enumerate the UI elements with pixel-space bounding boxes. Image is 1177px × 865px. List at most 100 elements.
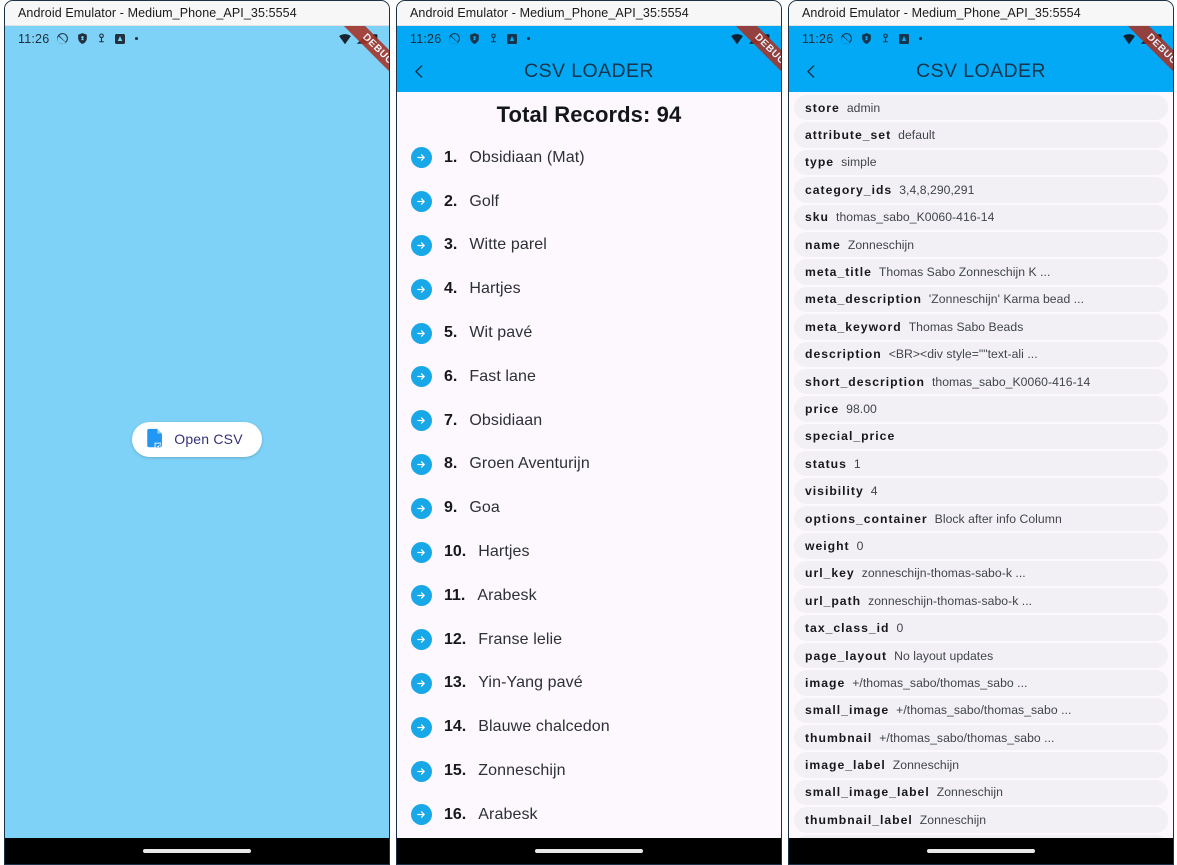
record-number: 16. — [444, 805, 467, 823]
signal-icon — [1140, 33, 1151, 44]
attribute-key: image — [805, 675, 846, 690]
record-list-item[interactable]: 9. Goa — [397, 486, 781, 530]
android-status-bar-3: 11:26 — [789, 26, 1173, 51]
attribute-key: meta_description — [805, 292, 922, 307]
record-name: Goa — [469, 499, 500, 517]
gesture-pill-3[interactable] — [927, 849, 1035, 853]
arrow-circle-right-icon — [411, 585, 432, 607]
attribute-row[interactable]: store admin — [794, 95, 1168, 121]
attribute-row[interactable]: meta_title Thomas Sabo Zonneschijn K ... — [794, 259, 1168, 285]
dot-icon — [919, 36, 923, 41]
record-list-item[interactable]: 15. Zonneschijn — [397, 749, 781, 793]
gesture-pill-1[interactable] — [143, 849, 251, 853]
screen3-attribute-list[interactable]: store admin attribute_set default type simple… — [789, 92, 1173, 838]
attribute-row[interactable]: special_price — [794, 423, 1168, 450]
attribute-row[interactable]: thumbnail_label Zonneschijn — [794, 807, 1168, 833]
record-number: 13. — [444, 674, 467, 692]
arrow-circle-right-icon — [411, 716, 432, 738]
attribute-row[interactable]: tax_class_id 0 — [794, 615, 1168, 641]
phone-viewport-1: 11:26 Open CSV DEBUG — [5, 26, 389, 864]
attribute-row[interactable]: status 1 — [794, 451, 1168, 477]
attribute-row[interactable]: thumbnail +/thomas_sabo/thomas_sabo ... — [794, 724, 1168, 751]
gesture-pill-2[interactable] — [535, 849, 643, 853]
attribute-row[interactable]: meta_description 'Zonneschijn' Karma bead… — [794, 286, 1168, 313]
attribute-row[interactable]: small_image +/thomas_sabo/thomas_sabo ... — [794, 697, 1168, 723]
attribute-key: price — [805, 401, 840, 416]
attribute-row[interactable]: sku thomas_sabo_K0060-416-14 — [794, 204, 1168, 230]
attribute-key: page_layout — [805, 648, 888, 663]
record-list-item[interactable]: 2. Golf — [397, 180, 781, 224]
emulator-screens-container: Android Emulator - Medium_Phone_API_35:5… — [0, 0, 1177, 865]
record-list-item[interactable]: 14. Blauwe chalcedon — [397, 705, 781, 749]
window-titlebar-3: Android Emulator - Medium_Phone_API_35:5… — [789, 1, 1173, 26]
record-name: Wit pavé — [469, 324, 533, 342]
attribute-value: Zonneschijn — [847, 237, 915, 252]
window-title-3: Android Emulator - Medium_Phone_API_35:5… — [802, 6, 1081, 20]
status-left-icons-1 — [56, 32, 140, 45]
attribute-row[interactable]: type simple — [794, 149, 1168, 176]
app-bar-3: CSV LOADER — [789, 51, 1173, 92]
status-clock-3: 11:26 — [802, 31, 834, 46]
attribute-row[interactable]: page_layout No layout updates — [794, 642, 1168, 669]
do-not-disturb-icon — [57, 33, 69, 45]
attribute-key: sku — [805, 210, 830, 225]
attribute-row[interactable]: category_ids 3,4,8,290,291 — [794, 177, 1168, 203]
attribute-value: Block after info Column — [934, 511, 1062, 526]
record-list-item[interactable]: 6. Fast lane — [397, 355, 781, 399]
attribute-value: simple — [841, 155, 877, 170]
android-status-bar-2: 11:26 — [397, 26, 781, 51]
record-list-item[interactable]: 13. Yin-Yang pavé — [397, 662, 781, 706]
attribute-row[interactable]: price 98.00 — [794, 396, 1168, 422]
attribute-value: No layout updates — [894, 648, 994, 663]
attribute-row[interactable]: visibility 4 — [794, 478, 1168, 504]
dot-icon — [527, 36, 531, 41]
record-list-item[interactable]: 4. Hartjes — [397, 267, 781, 311]
attribute-key: status — [805, 456, 847, 471]
emulator-window-2: Android Emulator - Medium_Phone_API_35:5… — [396, 0, 782, 865]
record-name: Arabesk — [477, 586, 537, 604]
window-title-2: Android Emulator - Medium_Phone_API_35:5… — [410, 6, 689, 20]
screen2-record-list-body[interactable]: Total Records: 94 1. Obsidiaan (Mat) 2. Gol… — [397, 92, 781, 838]
record-list-item[interactable]: 7. Obsidiaan — [397, 399, 781, 443]
attribute-row[interactable]: options_container Block after info Column — [794, 505, 1168, 532]
record-list-item[interactable]: 8. Groen Aventurijn — [397, 443, 781, 487]
attribute-row[interactable]: name Zonneschijn — [794, 231, 1168, 258]
attribute-value: Thomas Sabo Beads — [908, 319, 1024, 334]
attribute-row[interactable]: image_label Zonneschijn — [794, 752, 1168, 778]
record-list-item[interactable]: 11. Arabesk — [397, 574, 781, 618]
attribute-row[interactable]: short_description thomas_sabo_K0060-416-1… — [794, 368, 1168, 395]
attribute-row[interactable]: small_image_label Zonneschijn — [794, 779, 1168, 806]
record-number: 5. — [444, 324, 458, 342]
shield-icon — [470, 33, 480, 44]
record-list-item[interactable]: 1. Obsidiaan (Mat) — [397, 136, 781, 180]
open-csv-button[interactable]: Open CSV — [132, 421, 262, 457]
record-name: Zonneschijn — [478, 762, 566, 780]
record-number: 9. — [444, 499, 458, 517]
record-list-item[interactable]: 16. Arabesk — [397, 793, 781, 837]
attribute-row[interactable]: description <BR><div style=""text-ali ... — [794, 341, 1168, 367]
attribute-row[interactable]: url_key zonneschijn-thomas-sabo-k ... — [794, 560, 1168, 587]
attribute-value: admin — [846, 100, 881, 115]
record-list-item[interactable]: 12. Franse lelie — [397, 618, 781, 662]
record-name: Fast lane — [469, 367, 537, 385]
record-number: 14. — [444, 718, 467, 736]
attribute-row[interactable]: meta_keyword Thomas Sabo Beads — [794, 314, 1168, 340]
signal-icon — [356, 33, 367, 44]
attribute-key: tax_class_id — [805, 621, 890, 636]
attribute-row[interactable]: weight 0 — [794, 533, 1168, 559]
attribute-row[interactable]: url_path zonneschijn-thomas-sabo-k ... — [794, 588, 1168, 614]
record-list[interactable]: 1. Obsidiaan (Mat) 2. Golf 3. Witte parel 4. Ha… — [397, 136, 781, 837]
record-name: Yin-Yang pavé — [478, 674, 583, 692]
shield-icon — [862, 33, 872, 44]
record-list-item[interactable]: 5. Wit pavé — [397, 311, 781, 355]
location-icon — [99, 33, 105, 43]
attribute-row[interactable]: image +/thomas_sabo/thomas_sabo ... — [794, 670, 1168, 696]
attribute-row[interactable]: attribute_set default — [794, 122, 1168, 148]
signal-icon — [748, 33, 759, 44]
status-clock-2: 11:26 — [410, 31, 442, 46]
attribute-value: thomas_sabo_K0060-416-14 — [931, 374, 1091, 389]
record-name: Witte parel — [469, 236, 547, 254]
record-list-item[interactable]: 3. Witte parel — [397, 224, 781, 268]
record-list-item[interactable]: 10. Hartjes — [397, 530, 781, 574]
emulator-frame-2: Android Emulator - Medium_Phone_API_35:5… — [396, 0, 782, 865]
